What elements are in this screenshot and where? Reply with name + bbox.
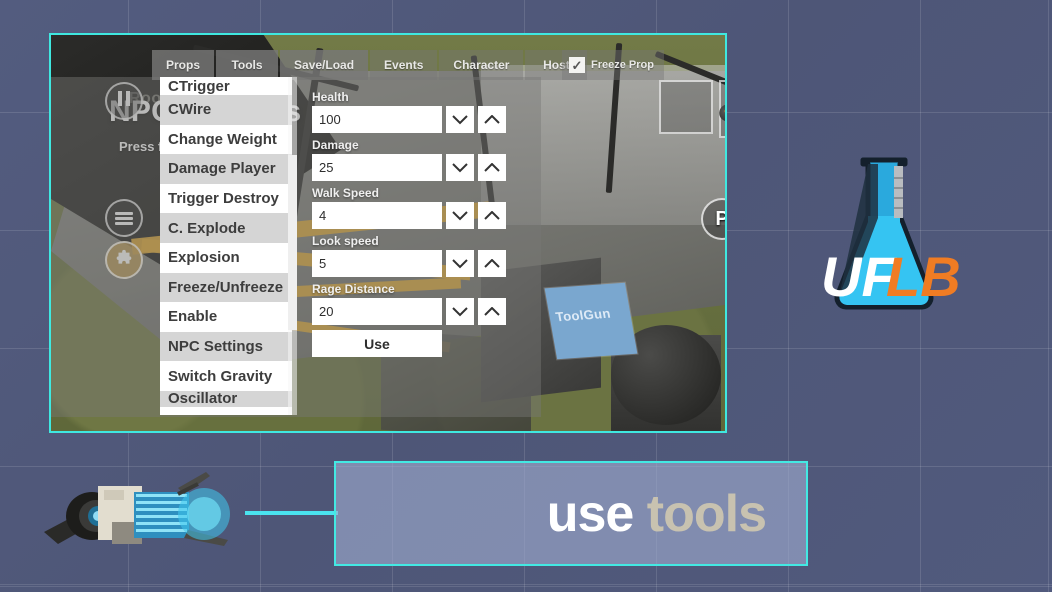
look-speed-input[interactable]: [312, 250, 442, 277]
tool-list-scrollbar[interactable]: [288, 77, 297, 415]
gravity-gun-beam: [245, 511, 338, 515]
rage-distance-decrement-button[interactable]: [446, 298, 474, 325]
tab-events[interactable]: Events: [370, 50, 437, 80]
svg-text:LB: LB: [886, 245, 961, 308]
field-label-damage: Damage: [312, 138, 512, 152]
walk-speed-input[interactable]: [312, 202, 442, 229]
list-item[interactable]: Explosion: [160, 243, 292, 273]
list-item[interactable]: CTrigger: [160, 77, 292, 95]
freeze-prop-checkbox[interactable]: ✓: [569, 57, 585, 73]
damage-input[interactable]: [312, 154, 442, 181]
list-item[interactable]: Change Weight: [160, 125, 292, 155]
health-input[interactable]: [312, 106, 442, 133]
uflb-logo: UF LB: [806, 148, 962, 320]
p-button-label: P: [715, 208, 727, 231]
field-row-look-speed: [312, 250, 512, 277]
freeze-prop-toggle[interactable]: ✓ Freeze Prop: [562, 50, 664, 80]
tab-character[interactable]: Character: [439, 50, 523, 80]
list-item[interactable]: CWire: [160, 95, 292, 125]
beaker-icon: UF LB: [806, 148, 962, 320]
health-decrement-button[interactable]: [446, 106, 474, 133]
health-value: 100: [164, 431, 198, 433]
chevron-down-icon: [452, 115, 468, 125]
chevron-up-icon: [484, 115, 500, 125]
chevron-up-icon: [484, 163, 500, 173]
inventory-slot-2[interactable]: [719, 80, 727, 138]
scene-toolgun-prop: ToolGun: [545, 283, 638, 360]
npc-settings-form: Health Damage Walk Speed: [312, 90, 512, 357]
field-label-walk-speed: Walk Speed: [312, 186, 512, 200]
use-button[interactable]: Use: [312, 330, 442, 357]
list-item[interactable]: Trigger Destroy: [160, 184, 292, 214]
field-row-damage: [312, 154, 512, 181]
chevron-down-icon: [452, 259, 468, 269]
list-item[interactable]: Damage Player: [160, 154, 292, 184]
chevron-up-icon: [484, 211, 500, 221]
toolgun-label: ToolGun: [554, 306, 611, 325]
tool-list[interactable]: CTrigger CWire Change Weight Damage Play…: [160, 77, 292, 415]
rage-distance-increment-button[interactable]: [478, 298, 506, 325]
gravity-gun-graphic: [38, 470, 263, 555]
tab-tools[interactable]: Tools: [216, 50, 278, 80]
game-window: ToolGun Room93... NPC Settings Press fir…: [49, 33, 727, 433]
health-increment-button[interactable]: [478, 106, 506, 133]
rage-distance-input[interactable]: [312, 298, 442, 325]
field-label-health: Health: [312, 90, 512, 104]
damage-decrement-button[interactable]: [446, 154, 474, 181]
look-speed-decrement-button[interactable]: [446, 250, 474, 277]
field-row-health: [312, 106, 512, 133]
list-item[interactable]: Enable: [160, 302, 292, 332]
tab-save-load[interactable]: Save/Load: [280, 50, 368, 80]
list-item[interactable]: Freeze/Unfreeze: [160, 273, 292, 303]
tab-bar: Props Tools Save/Load Events Character H…: [152, 50, 587, 80]
chevron-down-icon: [452, 307, 468, 317]
walk-speed-decrement-button[interactable]: [446, 202, 474, 229]
list-item[interactable]: C. Explode: [160, 213, 292, 243]
health-indicator: HEALTH 100: [106, 431, 197, 433]
list-item[interactable]: Switch Gravity: [160, 361, 292, 391]
field-row-rage-distance: [312, 298, 512, 325]
freeze-prop-label: Freeze Prop: [591, 59, 654, 71]
gravity-gun-icon: [38, 470, 263, 555]
field-label-rage-distance: Rage Distance: [312, 282, 512, 296]
field-label-look-speed: Look speed: [312, 234, 512, 248]
damage-increment-button[interactable]: [478, 154, 506, 181]
tab-props[interactable]: Props: [152, 50, 214, 80]
list-item[interactable]: Oscillator: [160, 391, 292, 407]
chevron-down-icon: [452, 163, 468, 173]
banner-word-use: use: [547, 485, 634, 543]
chevron-up-icon: [484, 259, 500, 269]
banner-text: use tools: [547, 484, 766, 544]
chevron-down-icon: [452, 211, 468, 221]
scrollbar-thumb[interactable]: [288, 155, 297, 330]
use-tools-banner: use tools: [334, 461, 808, 566]
inventory-slot-1[interactable]: [659, 80, 713, 134]
list-item[interactable]: NPC Settings: [160, 332, 292, 362]
banner-word-tools: tools: [647, 485, 766, 543]
walk-speed-increment-button[interactable]: [478, 202, 506, 229]
chevron-up-icon: [484, 307, 500, 317]
field-row-walk-speed: [312, 202, 512, 229]
look-speed-increment-button[interactable]: [478, 250, 506, 277]
